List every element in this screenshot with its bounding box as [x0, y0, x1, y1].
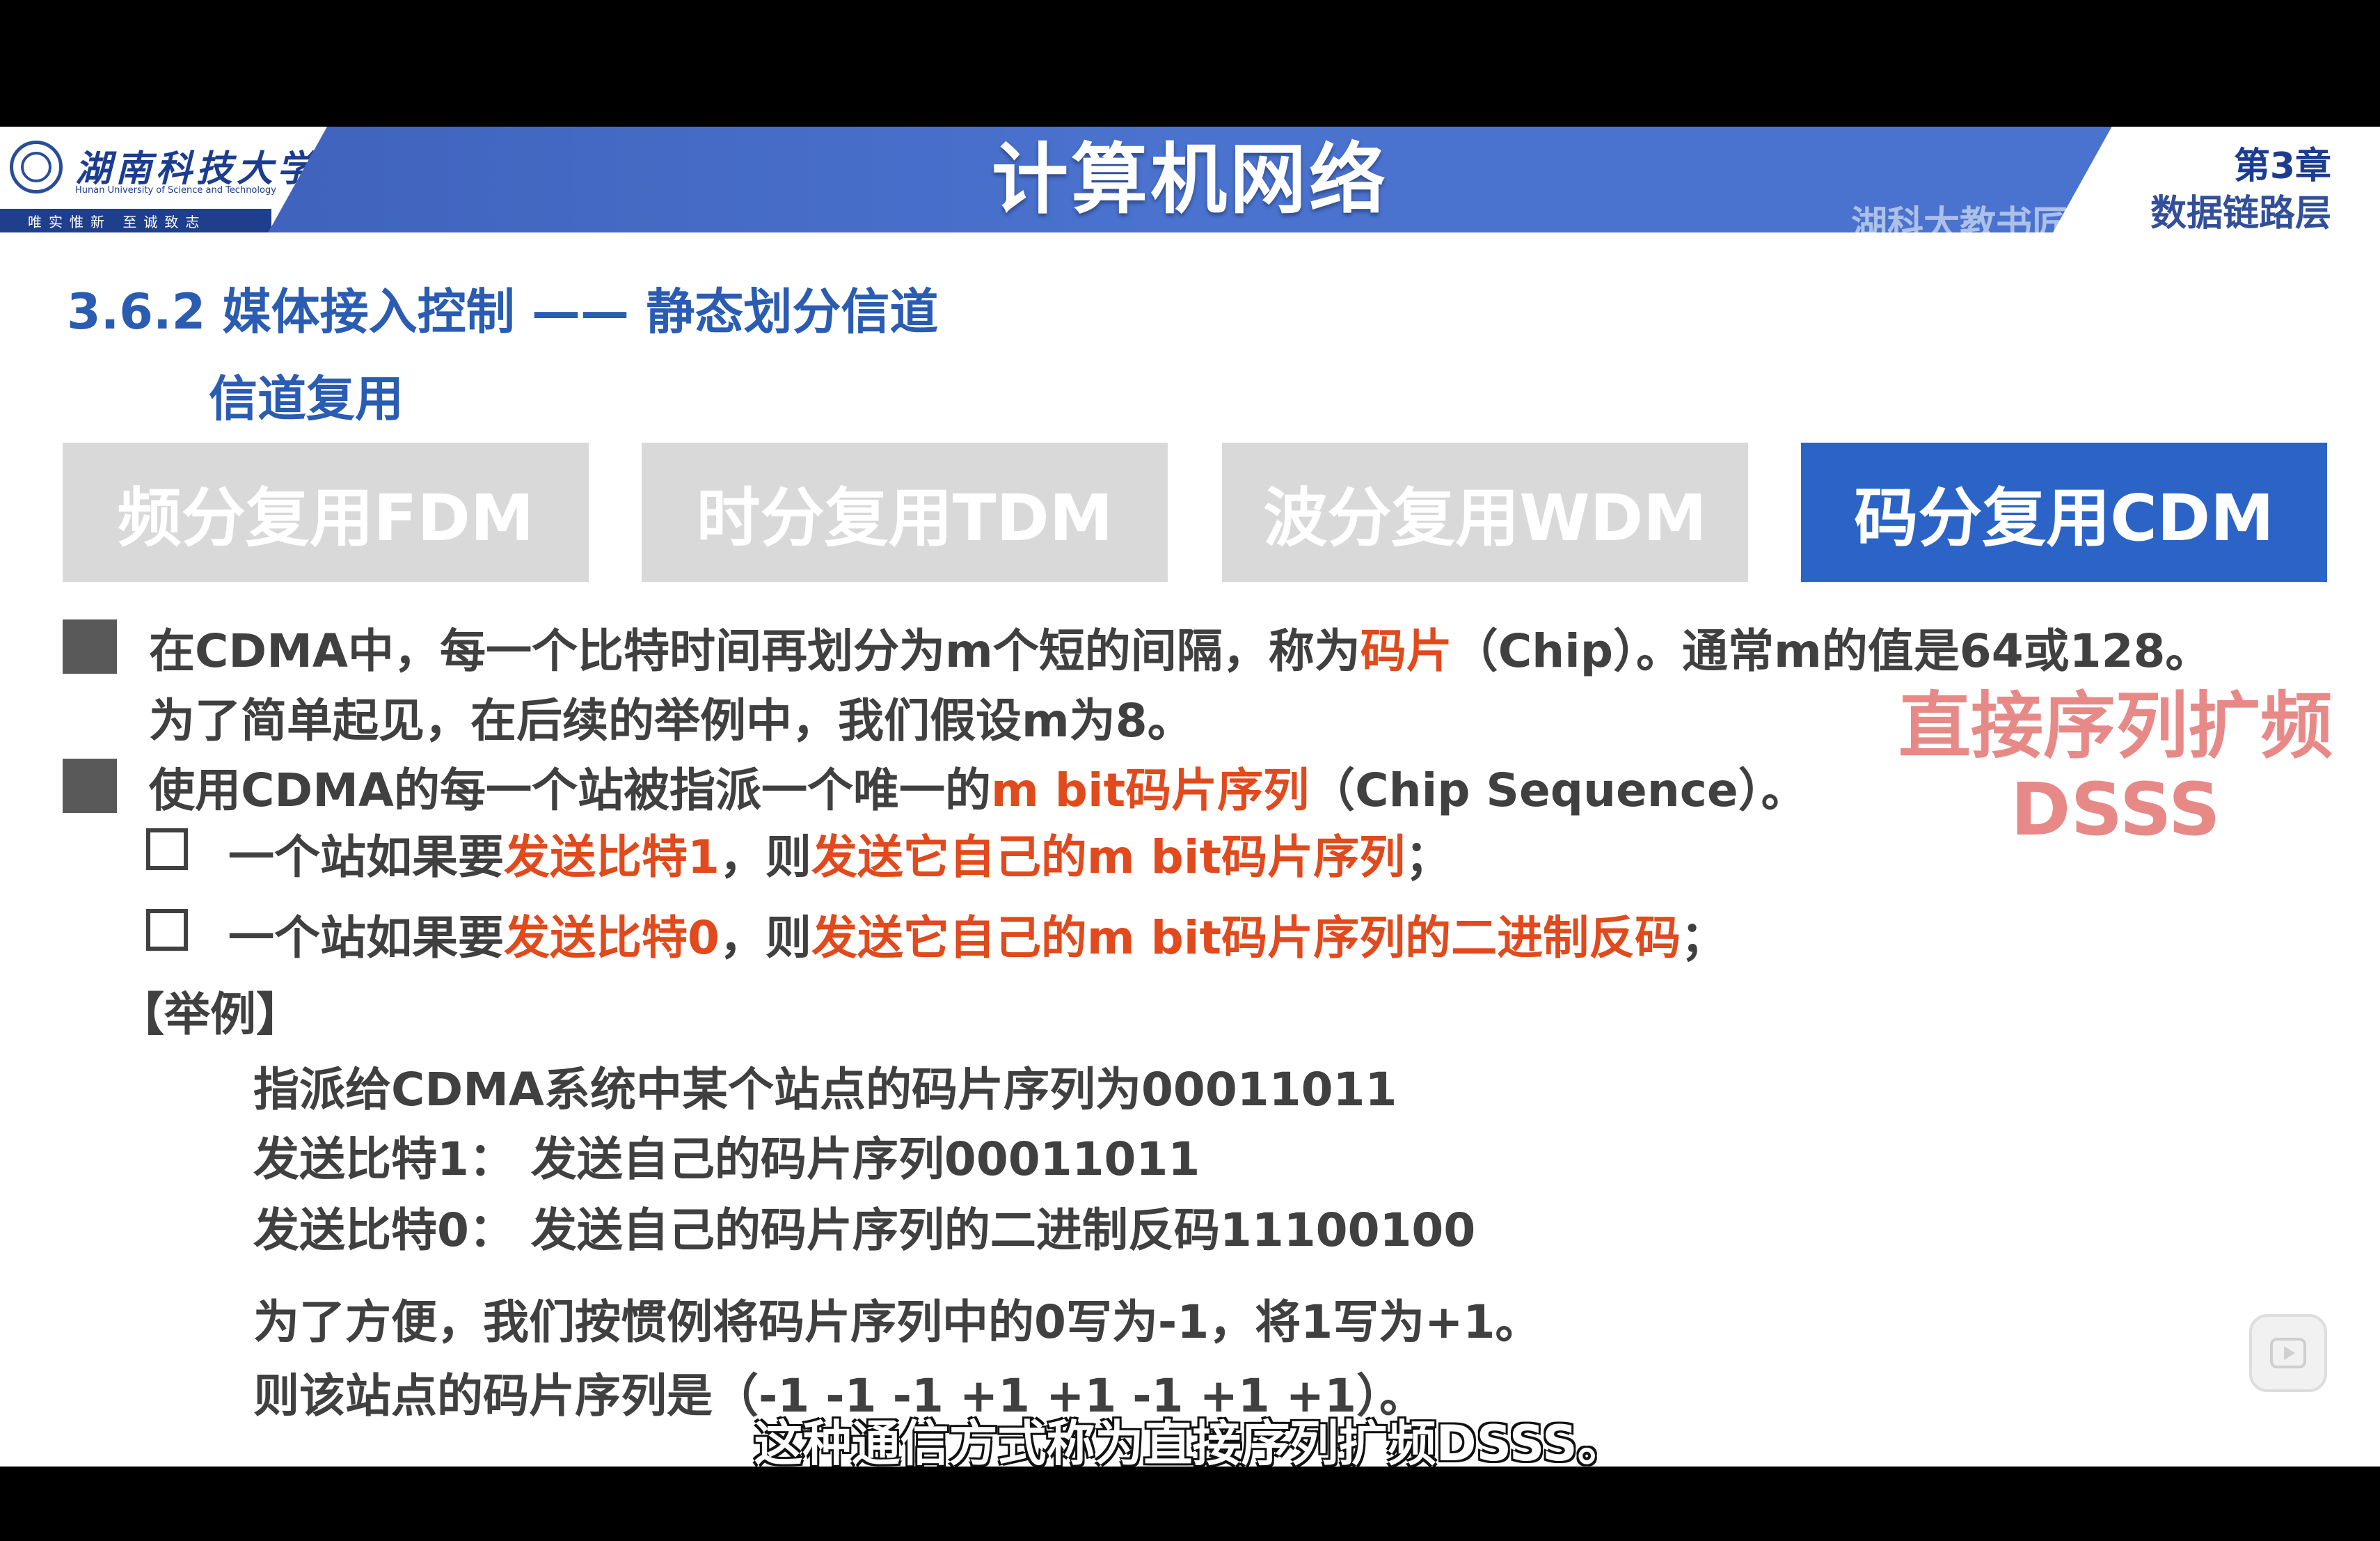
section-subheading: 信道复用 [209, 370, 404, 427]
tab-cdm: 码分复用CDM [1801, 443, 2327, 582]
section-heading: 3.6.2 媒体接入控制 —— 静态划分信道 [67, 283, 939, 340]
tab-fdm: 频分复用FDM [63, 443, 589, 582]
example-line-1: 指派给CDMA系统中某个站点的码片序列为00011011 [253, 1063, 1397, 1116]
example-line-2: 发送比特1： 发送自己的码片序列00011011 [253, 1132, 1200, 1186]
watermark: 湖科大教书匠 [1851, 204, 2069, 246]
video-subtitle: 这种通信方式称为直接序列扩频DSSS。 [754, 1415, 1626, 1467]
play-button[interactable] [2249, 1314, 2327, 1392]
sub-bullet-send-1: 一个站如果要发送比特1，则发送它自己的m bit码片序列； [228, 830, 1452, 884]
bullet-square-icon [63, 619, 117, 674]
example-label: 【举例】 [118, 988, 302, 1041]
play-icon [2270, 1338, 2306, 1368]
bullet-square-icon [63, 759, 117, 813]
example-line-4: 为了方便，我们按惯例将码片序列中的0写为-1，将1写为+1。 [253, 1295, 1541, 1349]
chapter-title: 数据链路层 [2150, 193, 2331, 235]
tab-wdm: 波分复用WDM [1222, 443, 1748, 582]
bullet-1-line-2: 为了简单起见，在后续的举例中，我们假设m为8。 [149, 694, 1193, 748]
slide: 湖南科技大学 Hunan University of Science and T… [0, 127, 2380, 1467]
chapter-number: 第3章 [2233, 145, 2331, 187]
dsss-annotation-en: DSSS [2010, 766, 2221, 852]
dsss-annotation: 直接序列扩频 DSSS [1879, 683, 2352, 852]
bullet-2: 使用CDMA的每一个站被指派一个唯一的m bit码片序列（Chip Sequen… [149, 764, 1807, 817]
dsss-annotation-cn: 直接序列扩频 [1898, 683, 2333, 768]
checkbox-square-icon [146, 909, 188, 951]
sub-bullet-send-0: 一个站如果要发送比特0，则发送它自己的m bit码片序列的二进制反码； [228, 911, 1727, 965]
example-line-3: 发送比特0： 发送自己的码片序列的二进制反码11100100 [253, 1203, 1476, 1257]
bullet-1-line-1: 在CDMA中，每一个比特时间再划分为m个短的间隔，称为码片（Chip）。通常m的… [149, 624, 2212, 678]
tab-tdm: 时分复用TDM [642, 443, 1168, 582]
checkbox-square-icon [146, 828, 188, 870]
